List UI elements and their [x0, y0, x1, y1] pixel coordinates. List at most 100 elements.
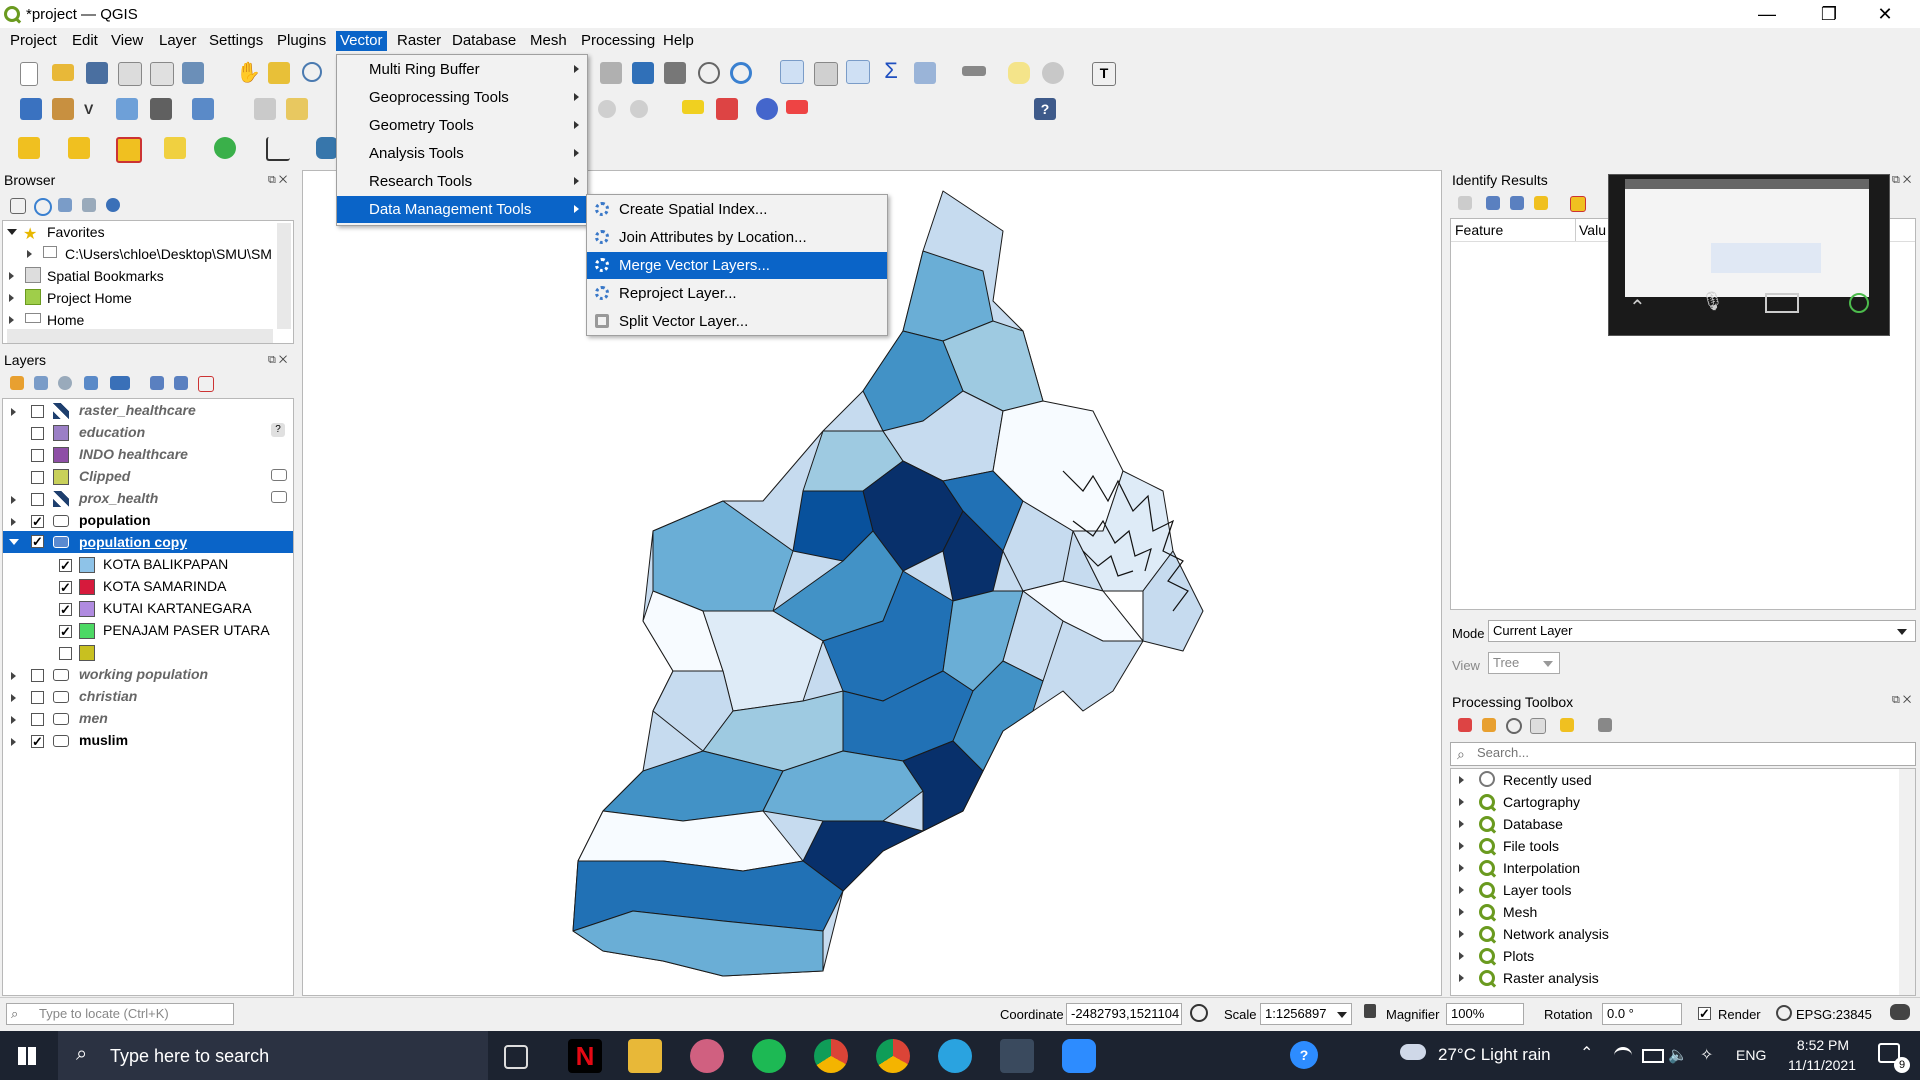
toolbox-item-network-analysis[interactable]: Network analysis [1503, 923, 1609, 945]
plot-icon[interactable] [266, 137, 290, 161]
expand-arrow-icon[interactable] [27, 250, 32, 258]
expand-arrow-icon[interactable] [11, 408, 16, 416]
measure-icon[interactable] [962, 66, 986, 76]
pin-labels-icon[interactable] [756, 98, 778, 120]
help-icon[interactable]: ? [1034, 98, 1056, 120]
crs-label[interactable]: EPSG:23845 [1796, 1007, 1872, 1022]
add-group-icon[interactable] [34, 376, 48, 390]
video-call-overlay[interactable]: ⌃ 🎙 [1608, 174, 1890, 336]
expand-arrow-icon[interactable] [1459, 820, 1464, 828]
windows-start-icon[interactable] [18, 1047, 36, 1065]
layer-visibility-checkbox[interactable] [31, 493, 44, 506]
select-feature-icon[interactable] [1534, 196, 1548, 210]
snipping-tool-icon[interactable] [690, 1039, 724, 1073]
toggle-editing-icon[interactable] [254, 98, 276, 120]
vector-menu-item[interactable]: Multi Ring Buffer [337, 56, 587, 83]
browser-item-project-home[interactable]: Project Home [47, 287, 132, 309]
chrome-profile-icon[interactable] [876, 1039, 910, 1073]
view-select[interactable]: Tree [1488, 652, 1560, 674]
expand-arrow-icon[interactable] [1459, 798, 1464, 806]
add-vector-layer-icon[interactable]: V [84, 98, 106, 120]
collapse-tree-icon[interactable] [1510, 196, 1524, 210]
expand-arrow-icon[interactable] [7, 229, 17, 235]
save-project-icon[interactable] [86, 62, 108, 84]
expand-arrow-icon[interactable] [1459, 908, 1464, 916]
submenu-item[interactable]: Split Vector Layer... [587, 308, 887, 335]
layer-education[interactable]: education [79, 421, 145, 443]
expand-arrow-icon[interactable] [1459, 952, 1464, 960]
toolbox-scrollbar[interactable] [1899, 769, 1915, 995]
browser-refresh-icon[interactable] [34, 198, 52, 216]
clear-results-icon[interactable] [1570, 196, 1586, 212]
menu-processing[interactable]: Processing [577, 31, 659, 51]
menu-project[interactable]: Project [6, 31, 61, 51]
close-button[interactable]: ✕ [1862, 0, 1908, 28]
identify-features-icon[interactable] [780, 60, 804, 84]
layer-working-population[interactable]: working population [79, 663, 208, 685]
collapse-all-layers-icon[interactable] [174, 376, 188, 390]
temporary-layer-icon[interactable] [271, 469, 287, 481]
toolbox-item-database[interactable]: Database [1503, 813, 1563, 835]
menu-help[interactable]: Help [659, 31, 698, 51]
expand-arrow-icon[interactable] [1459, 776, 1464, 784]
submenu-item[interactable]: Join Attributes by Location... [587, 224, 887, 251]
show-hide-labels-icon[interactable] [786, 100, 808, 114]
expand-new-icon[interactable] [1486, 196, 1500, 210]
restore-button[interactable]: ❐ [1806, 0, 1852, 28]
new-project-icon[interactable] [20, 62, 38, 86]
collapse-arrow-icon[interactable] [9, 539, 19, 545]
browser-h-scrollbar[interactable] [7, 329, 273, 343]
vector-menu-item[interactable]: Geometry Tools [337, 112, 587, 139]
toolbox-item-layer-tools[interactable]: Layer tools [1503, 879, 1571, 901]
layer-clipped[interactable]: Clipped [79, 465, 130, 487]
wifi-icon[interactable] [1614, 1047, 1632, 1064]
toolbox-search-box[interactable]: ⌕ [1450, 742, 1916, 766]
layer-prox-health[interactable]: prox_health [79, 487, 158, 509]
add-selected-icon[interactable] [10, 198, 26, 214]
locator-box[interactable]: ⌕ Type to locate (Ctrl+K) [6, 1003, 234, 1025]
properties-info-icon[interactable] [106, 198, 120, 212]
layer-population[interactable]: population [79, 509, 151, 531]
visibility-eye-icon[interactable] [58, 376, 72, 390]
toolbox-item-recently-used[interactable]: Recently used [1503, 769, 1592, 791]
layer-christian[interactable]: christian [79, 685, 137, 707]
toolbox-item-plots[interactable]: Plots [1503, 945, 1534, 967]
zoom-layer-icon[interactable] [600, 62, 622, 84]
taskbar-search[interactable]: ⌕ Type here to search [58, 1031, 488, 1080]
expand-arrow-icon[interactable] [9, 294, 14, 302]
models-icon[interactable] [1458, 718, 1472, 732]
messages-icon[interactable] [1890, 1004, 1910, 1020]
category-checkbox[interactable]: ✓ [59, 581, 72, 594]
text-annotation-icon[interactable]: T [1092, 62, 1116, 86]
layer-visibility-checkbox[interactable] [31, 669, 44, 682]
expand-arrow-icon[interactable] [1459, 886, 1464, 894]
options-wrench-icon[interactable] [1598, 718, 1612, 732]
style-layer-icon[interactable] [10, 376, 24, 390]
clock-time[interactable]: 8:52 PM [1788, 1037, 1858, 1053]
menu-view[interactable]: View [107, 31, 147, 51]
pan-to-selection-icon[interactable] [268, 62, 290, 84]
refresh-icon[interactable] [730, 62, 752, 84]
toolbox-search-input[interactable] [1475, 744, 1899, 761]
language-indicator[interactable]: ENG [1736, 1047, 1766, 1063]
layer-visibility-checkbox[interactable]: ✓ [31, 515, 44, 528]
weather-text[interactable]: 27°C Light rain [1438, 1045, 1551, 1065]
layer-indo-healthcare[interactable]: INDO healthcare [79, 443, 188, 465]
panel-float-close-icon[interactable]: ⧉ ✕ [1892, 174, 1911, 187]
clock-date[interactable]: 11/11/2021 [1776, 1057, 1868, 1073]
menu-database[interactable]: Database [448, 31, 520, 51]
expand-arrow-icon[interactable] [1459, 974, 1464, 982]
expression-filter-icon[interactable] [110, 376, 130, 390]
share-screen-icon[interactable] [1849, 293, 1869, 313]
edit-in-place-icon[interactable] [1560, 718, 1574, 732]
layer-muslim[interactable]: muslim [79, 729, 128, 751]
vector-menu-item[interactable]: Analysis Tools [337, 140, 587, 167]
panel-float-close-icon[interactable]: ⧉ ✕ [268, 354, 287, 367]
browser-filter-icon[interactable] [58, 198, 72, 212]
python-console-icon[interactable] [316, 137, 338, 159]
style-manager-icon[interactable] [182, 62, 204, 84]
mic-muted-icon[interactable]: 🎙 [1701, 291, 1724, 312]
add-wms-icon[interactable] [150, 98, 172, 120]
filter-legend-icon[interactable] [84, 376, 98, 390]
results-viewer-icon[interactable] [1530, 718, 1546, 734]
